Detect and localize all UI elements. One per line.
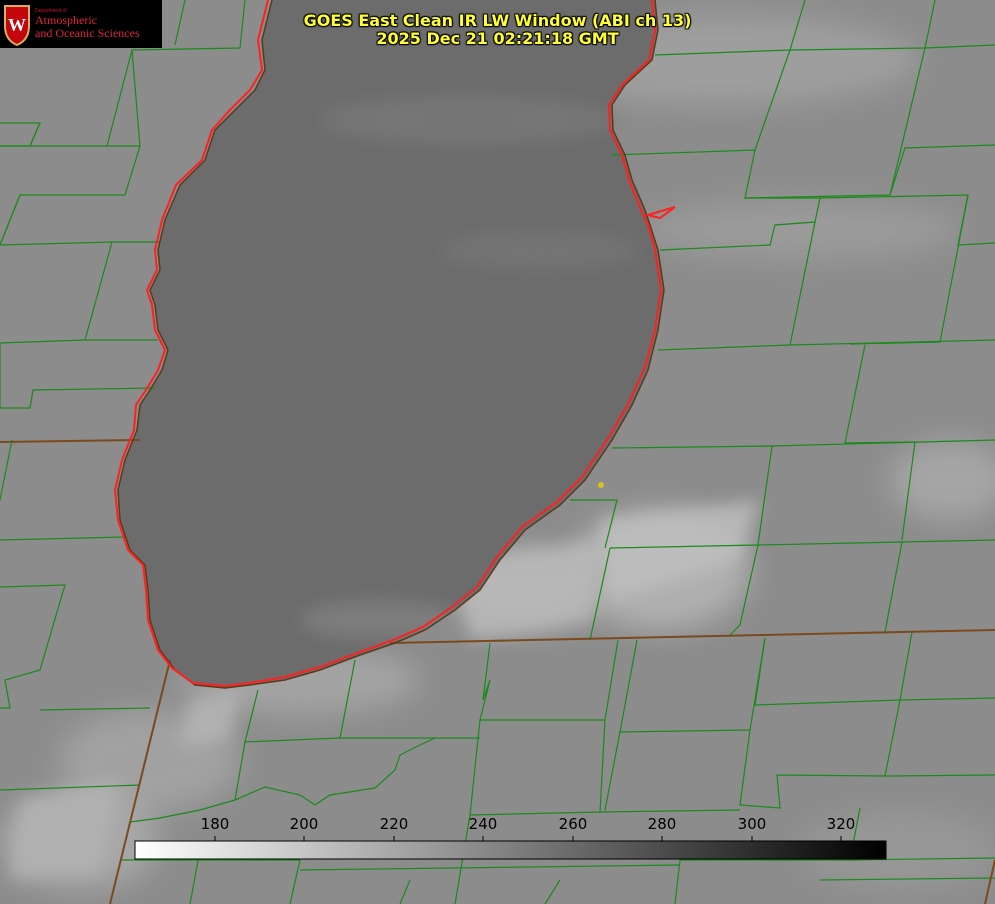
colorbar-tick-label: 260 [558, 815, 588, 833]
colorbar-tick-label: 180 [200, 815, 230, 833]
colorbar [134, 840, 887, 860]
satellite-image: 180 200 220 240 260 280 300 320 GOES Eas… [0, 0, 995, 904]
location-marker [598, 482, 604, 488]
university-seal-icon: W [4, 5, 30, 46]
department-logo: W Department of Atmospheric and Oceanic … [0, 0, 162, 48]
image-timestamp: 2025 Dec 21 02:21:18 GMT [376, 29, 619, 48]
logo-line-2: and Oceanic Sciences [35, 26, 140, 40]
colorbar-tick-label: 280 [647, 815, 677, 833]
colorbar-tick-label: 300 [737, 815, 767, 833]
map-canvas [0, 0, 995, 904]
image-title: GOES East Clean IR LW Window (ABI ch 13) [303, 11, 692, 30]
colorbar-tick-label: 240 [468, 815, 498, 833]
colorbar-tick-label: 320 [826, 815, 856, 833]
colorbar-tick-label: 220 [379, 815, 409, 833]
colorbar-tick-label: 200 [289, 815, 319, 833]
seal-letter: W [8, 15, 26, 35]
